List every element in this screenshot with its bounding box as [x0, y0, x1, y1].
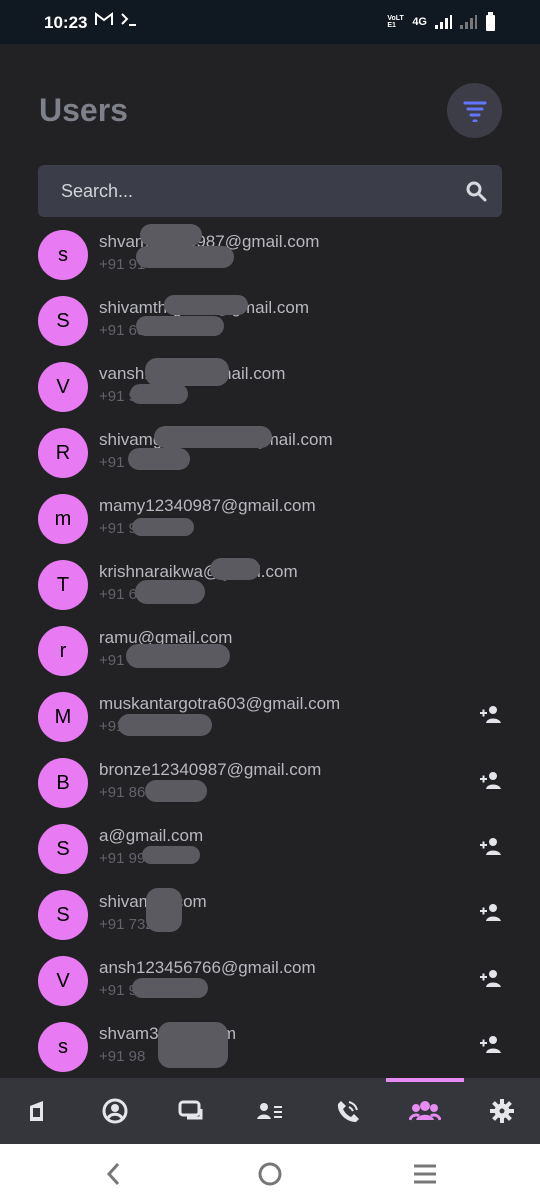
system-recents-button[interactable] — [409, 1158, 441, 1190]
add-contact-icon[interactable] — [478, 1034, 503, 1054]
user-row[interactable]: M muskantargotra603@gmail.com +91 6094 — [0, 686, 540, 752]
user-row[interactable]: m mamy12340987@gmail.com +91 95958 — [0, 488, 540, 554]
nav-profile[interactable] — [85, 1078, 145, 1144]
redaction-mark — [118, 714, 212, 736]
system-home-button[interactable] — [254, 1158, 286, 1190]
user-email: muskantargotra603@gmail.com — [99, 694, 341, 713]
terminal-icon — [121, 13, 136, 26]
user-row[interactable]: B bronze12340987@gmail.com +91 866 — [0, 752, 540, 818]
avatar: V — [38, 956, 88, 1006]
avatar: s — [38, 230, 88, 280]
avatar: R — [38, 428, 88, 478]
avatar: M — [38, 692, 88, 742]
redaction-mark — [132, 978, 208, 998]
user-email: mamy12340987@gmail.com — [99, 496, 316, 515]
avatar: s — [38, 1022, 88, 1072]
add-contact-icon[interactable] — [478, 836, 503, 856]
nav-calls[interactable] — [318, 1078, 378, 1144]
menu-lines-icon — [414, 1164, 436, 1184]
redaction-mark — [146, 888, 182, 932]
redaction-mark — [142, 846, 200, 864]
redaction-mark — [126, 644, 230, 668]
user-phone: +91 — [99, 652, 125, 669]
status-system-icons: VoLTE1 4G — [387, 12, 496, 32]
profile-icon — [102, 1098, 128, 1124]
user-row[interactable]: R shivamg12340987@gmail.com +91 66864 — [0, 422, 540, 488]
add-contact-icon[interactable] — [478, 902, 503, 922]
add-contact-icon[interactable] — [478, 770, 503, 790]
user-row[interactable]: S shivamthrghost@gmail.com +91 6865 — [0, 290, 540, 356]
system-back-button[interactable] — [98, 1158, 130, 1190]
user-email: a@gmail.com — [99, 826, 204, 845]
redaction-mark — [132, 518, 194, 536]
redaction-mark — [128, 448, 190, 470]
status-bar: 10:23 VoLTE1 4G — [0, 0, 540, 44]
user-row[interactable]: s shvam12340987@gmail.com +91 91 — [0, 224, 540, 290]
nav-users[interactable] — [395, 1078, 455, 1144]
user-row[interactable]: V vanshk4784@gmail.com +91 9161 — [0, 356, 540, 422]
filter-button[interactable] — [447, 83, 502, 138]
battery-icon — [486, 12, 495, 31]
avatar: S — [38, 296, 88, 346]
back-icon — [106, 1162, 120, 1186]
avatar: S — [38, 824, 88, 874]
nav-settings[interactable] — [472, 1078, 532, 1144]
system-navigation-bar — [0, 1144, 540, 1202]
user-row[interactable]: T krishnaraikwa@gmail.com +91 65658 — [0, 554, 540, 620]
contacts-icon — [257, 1103, 282, 1119]
nav-home[interactable] — [8, 1078, 68, 1144]
nav-contacts[interactable] — [240, 1078, 300, 1144]
status-notification-icons — [95, 12, 137, 26]
gmail-icon — [95, 12, 113, 25]
user-row[interactable]: S shivamail.com +91 732052 — [0, 884, 540, 950]
redaction-mark — [158, 1022, 228, 1068]
user-email: krishnaraikwa@gmail.com — [99, 562, 298, 581]
avatar: V — [38, 362, 88, 412]
signal-icon — [435, 15, 452, 29]
redaction-mark — [136, 246, 234, 268]
search-input[interactable] — [61, 165, 451, 217]
avatar: m — [38, 494, 88, 544]
add-contact-icon[interactable] — [478, 704, 503, 724]
user-row[interactable]: r ramu@gmail.com +91 — [0, 620, 540, 686]
user-row[interactable]: S a@gmail.com +91 99655 — [0, 818, 540, 884]
avatar: S — [38, 890, 88, 940]
user-row[interactable]: V ansh123456766@gmail.com +91 938 — [0, 950, 540, 1016]
user-phone: +91 98 — [99, 1048, 146, 1065]
network-type: 4G — [412, 16, 427, 28]
calls-icon — [337, 1101, 359, 1122]
redaction-mark — [210, 558, 260, 580]
users-icon — [409, 1101, 441, 1121]
chat-icon — [178, 1100, 203, 1120]
filter-icon — [463, 101, 486, 122]
redaction-mark — [140, 224, 202, 246]
status-time: 10:23 — [44, 13, 88, 32]
redaction-mark — [154, 426, 272, 448]
home-icon — [30, 1101, 43, 1121]
search-icon[interactable] — [465, 180, 487, 202]
page-title: Users — [39, 92, 128, 128]
add-contact-icon[interactable] — [478, 968, 503, 988]
redaction-mark — [145, 358, 229, 386]
volte-label: VoLTE1 — [387, 15, 404, 29]
bottom-navigation — [0, 1078, 540, 1144]
user-email: ansh123456766@gmail.com — [99, 958, 316, 977]
users-screen: Users s shvam12340987@gmail.com +91 91 S… — [0, 44, 540, 1078]
second-signal-icon — [460, 15, 477, 29]
redaction-mark — [136, 316, 224, 336]
avatar: B — [38, 758, 88, 808]
redaction-mark — [130, 384, 188, 404]
redaction-mark — [145, 780, 207, 802]
settings-icon — [490, 1099, 514, 1123]
redaction-mark — [135, 580, 205, 604]
search-bar[interactable] — [38, 165, 502, 217]
avatar: r — [38, 626, 88, 676]
user-row[interactable]: s shvam3gmail.com +91 98 — [0, 1016, 540, 1078]
redaction-mark — [164, 295, 248, 315]
nav-chat[interactable] — [162, 1078, 222, 1144]
home-circle-icon — [258, 1162, 282, 1186]
user-email: bronze12340987@gmail.com — [99, 760, 322, 779]
avatar: T — [38, 560, 88, 610]
